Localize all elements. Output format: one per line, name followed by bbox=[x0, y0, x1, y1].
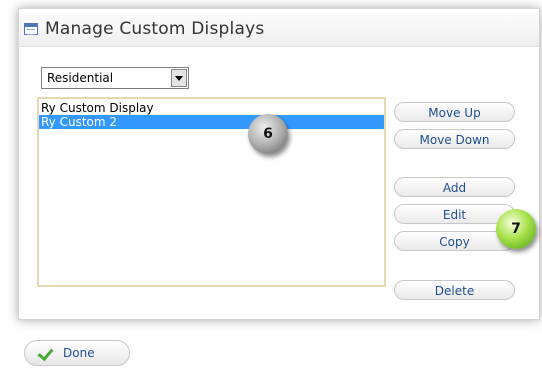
done-label: Done bbox=[63, 346, 95, 360]
move-down-button[interactable]: Move Down bbox=[394, 129, 515, 149]
callout-badge-6: 6 bbox=[248, 114, 288, 154]
manage-custom-displays-dialog: Manage Custom Displays Residential Ry Cu… bbox=[18, 8, 540, 320]
checkmark-icon bbox=[37, 344, 54, 362]
callout-badge-7: 7 bbox=[496, 209, 536, 249]
dialog-titlebar: Manage Custom Displays bbox=[19, 9, 539, 47]
display-type-select[interactable]: Residential bbox=[41, 67, 189, 89]
chevron-down-icon[interactable] bbox=[171, 69, 187, 87]
display-type-value: Residential bbox=[47, 71, 114, 85]
dialog-title: Manage Custom Displays bbox=[45, 19, 265, 39]
move-up-button[interactable]: Move Up bbox=[394, 102, 515, 122]
list-item[interactable]: Ry Custom Display bbox=[39, 101, 384, 115]
done-button[interactable]: Done bbox=[24, 340, 130, 366]
custom-displays-list[interactable]: Ry Custom Display Ry Custom 2 bbox=[37, 97, 386, 287]
window-icon bbox=[24, 23, 38, 35]
delete-button[interactable]: Delete bbox=[394, 280, 515, 300]
list-item-selected[interactable]: Ry Custom 2 bbox=[39, 115, 384, 129]
add-button[interactable]: Add bbox=[394, 177, 515, 197]
